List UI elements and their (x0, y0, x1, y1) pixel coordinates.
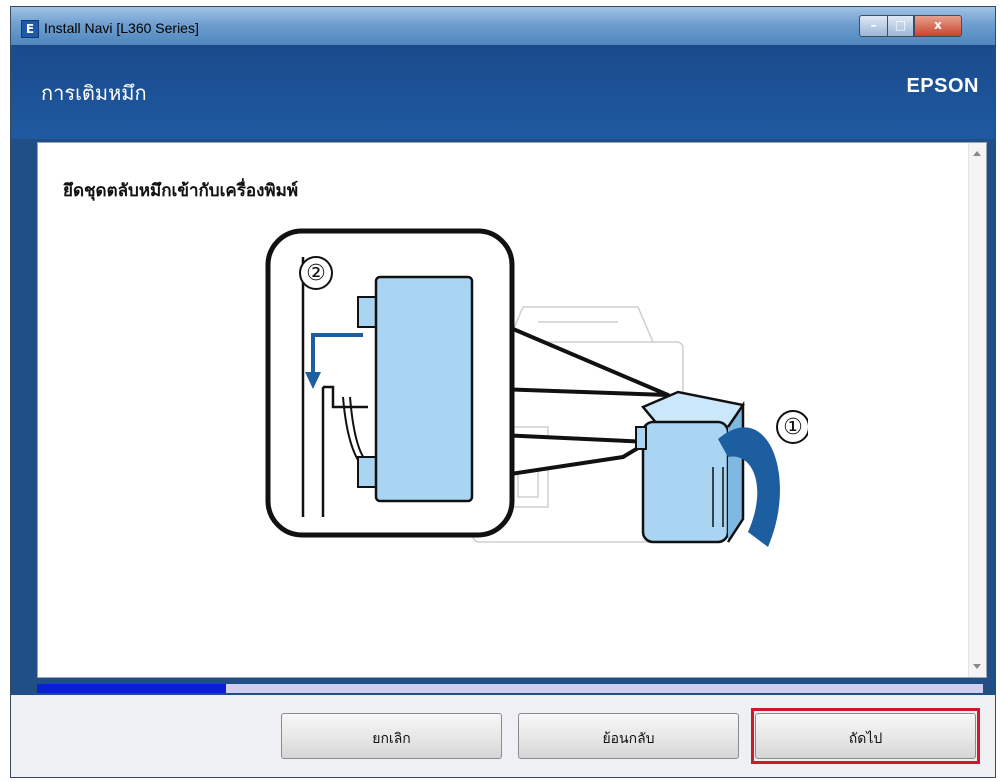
back-button[interactable]: ย้อนกลับ (518, 713, 739, 759)
brand-logo: EPSON (906, 75, 979, 97)
minimize-button[interactable]: – (859, 15, 887, 37)
scroll-up-icon[interactable] (973, 151, 981, 156)
ink-tank-illustration: ② ① (265, 228, 808, 547)
footer-button-bar: ยกเลิก ย้อนกลับ ถัดไป (11, 695, 995, 777)
step2-marker: ② (306, 261, 326, 286)
window-title: Install Navi [L360 Series] (44, 20, 199, 36)
minimize-icon: – (870, 18, 877, 32)
cancel-button[interactable]: ยกเลิก (281, 713, 502, 759)
maximize-icon: □ (894, 18, 907, 32)
ink-tank-detail (374, 275, 474, 503)
scroll-down-icon[interactable] (973, 664, 981, 669)
instruction-text: ยึดชุดตลับหมึกเข้ากับเครื่องพิมพ์ (63, 181, 299, 201)
back-button-label: ย้อนกลับ (602, 731, 655, 747)
maximize-button[interactable]: □ (887, 15, 914, 37)
content-panel: ยึดชุดตลับหมึกเข้ากับเครื่องพิมพ์ ② ① (37, 142, 987, 678)
progress-fill (37, 684, 227, 693)
scrollbar[interactable] (968, 143, 986, 677)
step1-marker: ① (783, 415, 803, 440)
progress-bar (37, 684, 983, 693)
installer-window: E Install Navi [L360 Series] – □ x การเต… (10, 6, 996, 778)
ink-tank-unit (635, 390, 745, 544)
app-icon: E (21, 20, 39, 38)
cancel-button-label: ยกเลิก (372, 731, 411, 747)
page-title: การเติมหมึก (41, 81, 147, 105)
header-banner: การเติมหมึก EPSON (11, 45, 995, 139)
title-bar[interactable]: E Install Navi [L360 Series] – □ x (11, 7, 995, 45)
close-button[interactable]: x (914, 15, 962, 37)
next-button-highlight (751, 708, 980, 764)
close-icon: x (934, 18, 942, 32)
